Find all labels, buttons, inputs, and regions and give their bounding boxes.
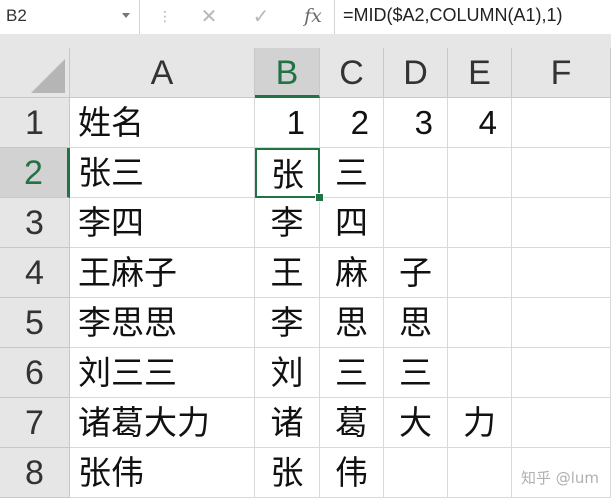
cell-b1[interactable]: 1 xyxy=(255,98,320,148)
cell-e2[interactable] xyxy=(448,148,512,198)
row-header-2[interactable]: 2 xyxy=(0,148,70,198)
select-all-button[interactable] xyxy=(0,48,70,98)
insert-function-button[interactable]: fx xyxy=(298,2,328,30)
column-header-f[interactable]: F xyxy=(512,48,611,98)
cell-a7[interactable]: 诸葛大力 xyxy=(70,398,255,448)
cell-b3[interactable]: 李 xyxy=(255,198,320,248)
cell-f5[interactable] xyxy=(512,298,611,348)
cell-b8[interactable]: 张 xyxy=(255,448,320,498)
row-header-8[interactable]: 8 xyxy=(0,448,70,498)
column-header-e[interactable]: E xyxy=(448,48,512,98)
cancel-icon[interactable]: ✕ xyxy=(198,4,220,28)
cell-f7[interactable] xyxy=(512,398,611,448)
cell-f6[interactable] xyxy=(512,348,611,398)
enter-icon[interactable]: ✓ xyxy=(250,4,272,28)
cell-e3[interactable] xyxy=(448,198,512,248)
cell-b7[interactable]: 诸 xyxy=(255,398,320,448)
cell-a6[interactable]: 刘三三 xyxy=(70,348,255,398)
cell-e1[interactable]: 4 xyxy=(448,98,512,148)
cell-f4[interactable] xyxy=(512,248,611,298)
cell-b2[interactable]: 张 xyxy=(255,148,320,198)
cell-e8[interactable] xyxy=(448,448,512,498)
chevron-down-icon[interactable] xyxy=(122,13,130,18)
cell-d5[interactable]: 思 xyxy=(384,298,448,348)
cell-c5[interactable]: 思 xyxy=(320,298,384,348)
formula-bar: B2 ⋮ ✕ ✓ fx =MID($A2,COLUMN(A1),1) xyxy=(0,0,611,35)
column-header-b[interactable]: B xyxy=(255,48,320,98)
cell-c1[interactable]: 2 xyxy=(320,98,384,148)
column-header-c[interactable]: C xyxy=(320,48,384,98)
cell-a4[interactable]: 王麻子 xyxy=(70,248,255,298)
cell-e5[interactable] xyxy=(448,298,512,348)
row-header-4[interactable]: 4 xyxy=(0,248,70,298)
cell-e6[interactable] xyxy=(448,348,512,398)
cell-a8[interactable]: 张伟 xyxy=(70,448,255,498)
toolbar-gap xyxy=(0,34,611,48)
name-box-value: B2 xyxy=(6,6,27,25)
row-header-3[interactable]: 3 xyxy=(0,198,70,248)
cell-b6[interactable]: 刘 xyxy=(255,348,320,398)
cell-e7[interactable]: 力 xyxy=(448,398,512,448)
cell-a5[interactable]: 李思思 xyxy=(70,298,255,348)
cell-c8[interactable]: 伟 xyxy=(320,448,384,498)
cell-d1[interactable]: 3 xyxy=(384,98,448,148)
cell-d3[interactable] xyxy=(384,198,448,248)
cell-d8[interactable] xyxy=(384,448,448,498)
name-box[interactable]: B2 xyxy=(0,0,140,34)
fill-handle[interactable] xyxy=(315,193,324,202)
formula-text: =MID($A2,COLUMN(A1),1) xyxy=(343,5,563,25)
cell-d6[interactable]: 三 xyxy=(384,348,448,398)
row-header-1[interactable]: 1 xyxy=(0,98,70,148)
cell-c7[interactable]: 葛 xyxy=(320,398,384,448)
select-all-icon xyxy=(31,59,65,93)
cell-c4[interactable]: 麻 xyxy=(320,248,384,298)
separator-icon: ⋮ xyxy=(158,9,172,25)
formula-input[interactable]: =MID($A2,COLUMN(A1),1) xyxy=(334,0,611,34)
cell-c2[interactable]: 三 xyxy=(320,148,384,198)
cell-e4[interactable] xyxy=(448,248,512,298)
cell-d7[interactable]: 大 xyxy=(384,398,448,448)
cell-b5[interactable]: 李 xyxy=(255,298,320,348)
cell-d4[interactable]: 子 xyxy=(384,248,448,298)
row-header-6[interactable]: 6 xyxy=(0,348,70,398)
cell-a2[interactable]: 张三 xyxy=(70,148,255,198)
column-header-d[interactable]: D xyxy=(384,48,448,98)
row-header-5[interactable]: 5 xyxy=(0,298,70,348)
column-header-a[interactable]: A xyxy=(70,48,255,98)
row-header-7[interactable]: 7 xyxy=(0,398,70,448)
cell-a1[interactable]: 姓名 xyxy=(70,98,255,148)
cell-f1[interactable] xyxy=(512,98,611,148)
cell-b4[interactable]: 王 xyxy=(255,248,320,298)
cell-c3[interactable]: 四 xyxy=(320,198,384,248)
cell-a3[interactable]: 李四 xyxy=(70,198,255,248)
watermark: 知乎 @lum xyxy=(520,469,599,487)
cell-c6[interactable]: 三 xyxy=(320,348,384,398)
cell-f2[interactable] xyxy=(512,148,611,198)
spreadsheet-grid: A B C D E F 1 姓名 1 2 3 4 2 张三张三 3 李四李四 4 王麻子王麻子 5 李思思李思思 6 刘三… xyxy=(0,48,611,500)
cell-d2[interactable] xyxy=(384,148,448,198)
cell-f3[interactable] xyxy=(512,198,611,248)
